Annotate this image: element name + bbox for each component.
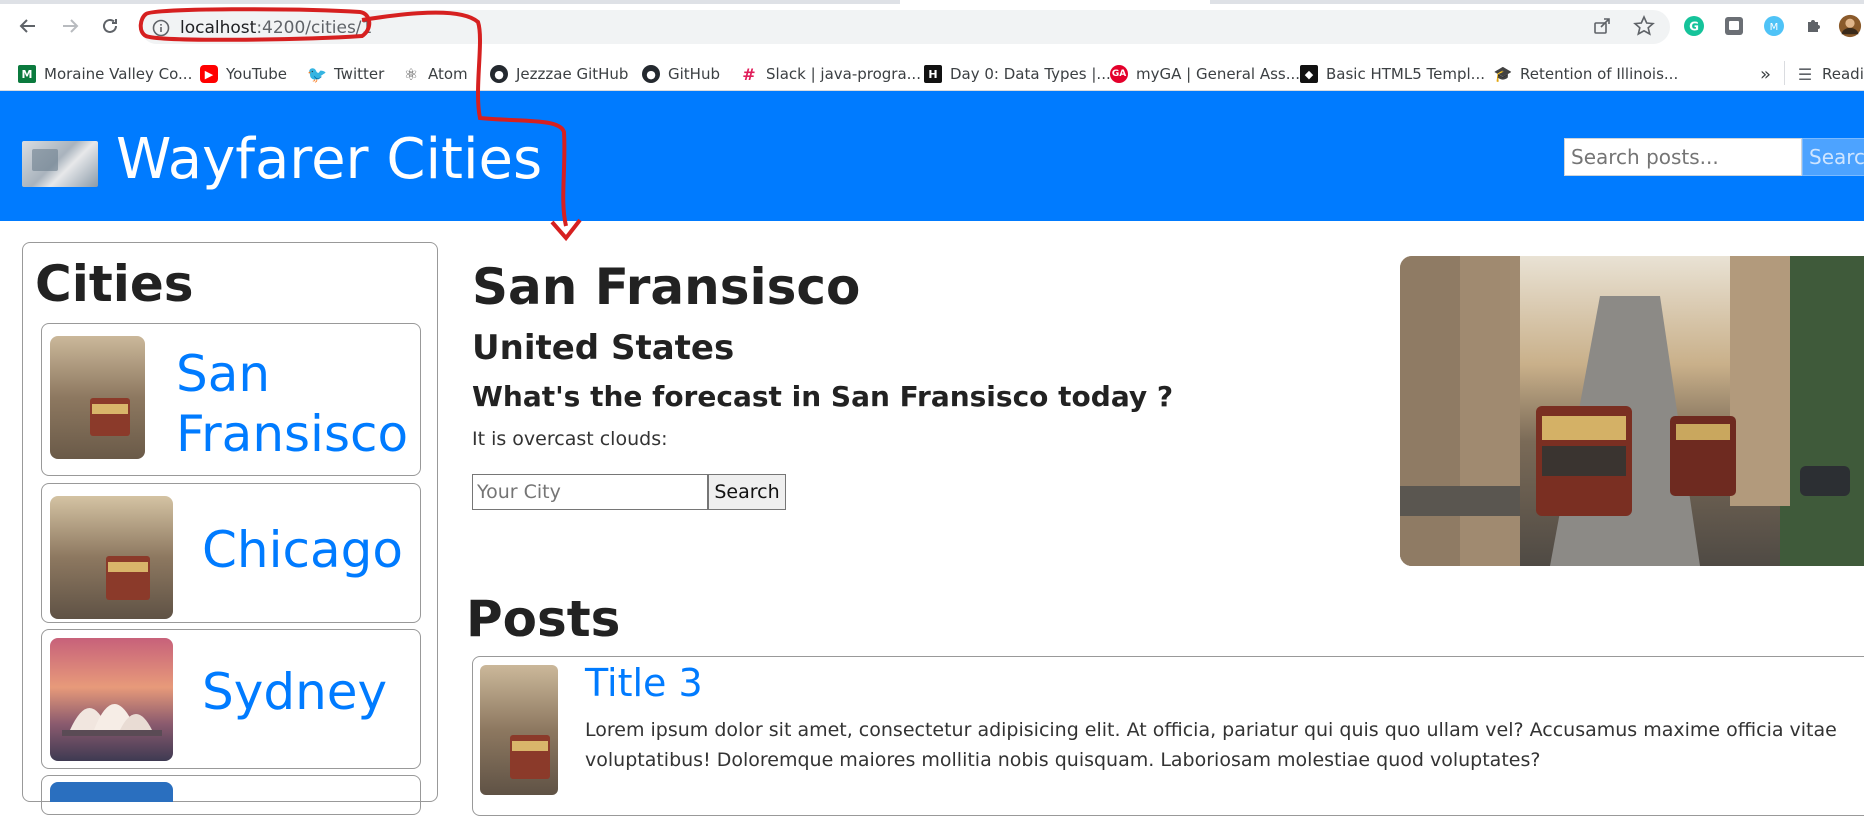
weather-description: It is overcast clouds: [472, 428, 668, 450]
arrow-right-icon [63, 19, 79, 33]
bookmarks-divider [1784, 61, 1785, 85]
browser-toolbar: localhost:4200/cities/1 G M [0, 0, 1864, 55]
city-thumbnail [50, 638, 173, 761]
posts-heading: Posts [466, 590, 621, 648]
bookmarks-overflow-button[interactable]: » [1760, 63, 1771, 85]
m-extension-icon[interactable]: M [1762, 14, 1786, 38]
bookmark-twitter[interactable]: 🐦 Twitter [307, 63, 384, 85]
city-name-link[interactable]: Chicago [202, 520, 403, 580]
city-search-input[interactable] [472, 474, 708, 510]
post-title-link[interactable]: Title 3 [585, 661, 703, 705]
bookmark-myga[interactable]: GA myGA | General Ass... [1110, 63, 1300, 85]
twitter-icon: 🐦 [307, 64, 327, 84]
bookmark-hackerrank[interactable]: H Day 0: Data Types |... [924, 63, 1111, 85]
github-icon: ● [490, 65, 508, 83]
post-card[interactable]: Title 3 Lorem ipsum dolor sit amet, cons… [472, 656, 1864, 816]
post-thumbnail [480, 665, 558, 795]
reading-list-button[interactable]: ☰ Readi [1796, 63, 1864, 85]
bookmark-moraine-valley[interactable]: M Moraine Valley Co... [18, 63, 192, 85]
svg-text:M: M [1770, 22, 1779, 33]
reload-icon [103, 18, 117, 33]
bookmark-retention-illinois[interactable]: 🎓 Retention of Illinois... [1493, 63, 1679, 85]
brand-title[interactable]: Wayfarer Cities [116, 127, 542, 192]
graduation-cap-icon: 🎓 [1493, 65, 1513, 83]
city-name-link[interactable]: Sydney [202, 662, 387, 722]
bookmark-slack[interactable]: # Slack | java-progra... [740, 63, 921, 85]
puzzle-icon[interactable] [1802, 14, 1826, 38]
city-thumbnail [50, 496, 173, 619]
grammarly-extension-icon[interactable]: G [1682, 14, 1706, 38]
share-icon[interactable] [1590, 14, 1614, 38]
search-posts-input[interactable] [1564, 138, 1802, 176]
profile-avatar[interactable] [1838, 14, 1862, 38]
forecast-heading: What's the forecast in San Fransisco tod… [472, 380, 1174, 413]
cities-sidebar: Cities San Fransisco Chicago Sydney [22, 242, 438, 815]
slack-icon: # [742, 64, 756, 84]
ga-icon: GA [1110, 65, 1128, 83]
moraine-valley-icon: M [18, 65, 36, 83]
reload-button[interactable] [96, 12, 124, 40]
city-card-san-fransisco[interactable]: San Fransisco [41, 323, 421, 476]
url-text[interactable]: localhost:4200/cities/1 [180, 18, 372, 38]
sidebar-title: Cities [35, 255, 194, 313]
search-posts-button[interactable]: Search [1802, 138, 1864, 176]
city-card[interactable] [41, 775, 421, 815]
site-navbar: Wayfarer Cities Search [0, 91, 1864, 221]
city-thumbnail [50, 336, 145, 459]
city-card-chicago[interactable]: Chicago [41, 483, 421, 623]
city-hero-image [1400, 256, 1864, 566]
tab-strip-edge [0, 0, 900, 4]
bookmark-html5-template[interactable]: ◆ Basic HTML5 Templ... [1300, 63, 1485, 85]
city-search-button[interactable]: Search [708, 474, 786, 510]
star-icon[interactable] [1632, 14, 1656, 38]
brand-logo[interactable] [22, 141, 98, 187]
back-button[interactable] [14, 12, 42, 40]
bookmark-github[interactable]: ● GitHub [642, 63, 720, 85]
arrow-left-icon [19, 19, 35, 33]
city-card-sydney[interactable]: Sydney [41, 629, 421, 769]
codepen-icon: ◆ [1300, 65, 1318, 83]
site-info-icon[interactable] [152, 19, 170, 42]
post-body: Lorem ipsum dolor sit amet, consectetur … [585, 719, 1837, 771]
svg-text:G: G [1689, 20, 1699, 34]
bookmark-jezzzae-github[interactable]: ● Jezzzae GitHub [490, 63, 628, 85]
bookmark-youtube[interactable]: ▶ YouTube [200, 63, 287, 85]
city-thumbnail [50, 782, 173, 802]
bookmark-atom[interactable]: ⚛ Atom [402, 63, 468, 85]
city-country: United States [472, 328, 735, 368]
extension-icon[interactable] [1722, 14, 1746, 38]
reading-list-icon: ☰ [1797, 64, 1813, 84]
youtube-icon: ▶ [200, 65, 218, 83]
atom-icon: ⚛ [403, 64, 419, 84]
city-name-link[interactable]: San Fransisco [176, 344, 408, 464]
tab-strip-edge [1210, 0, 1864, 4]
forward-button[interactable] [56, 12, 84, 40]
hackerrank-icon: H [924, 65, 942, 83]
github-icon: ● [642, 65, 660, 83]
bookmarks-bar: M Moraine Valley Co... ▶ YouTube 🐦 Twitter … [0, 55, 1864, 91]
city-title: San Fransisco [472, 258, 861, 316]
